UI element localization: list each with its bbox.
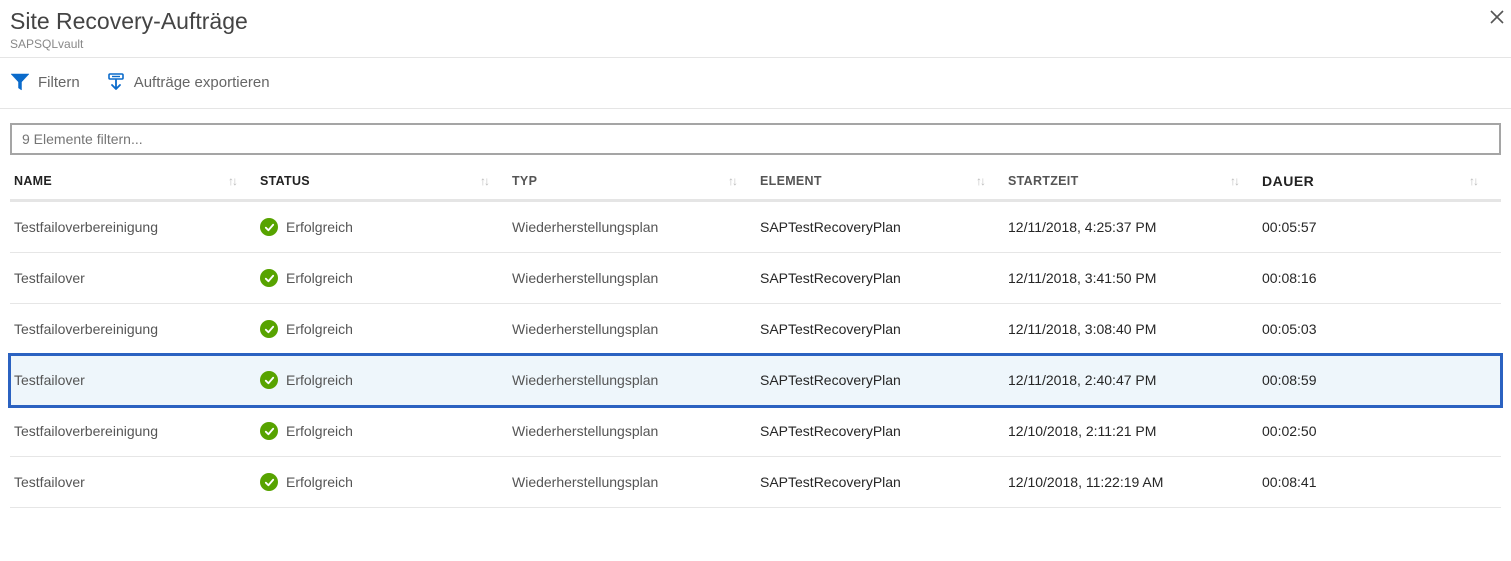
cell-dauer: 00:02:50 bbox=[1262, 423, 1501, 439]
table-row[interactable]: Testfailoverbereinigung Erfolgreich Wied… bbox=[10, 202, 1501, 253]
cell-status: Erfolgreich bbox=[260, 473, 512, 491]
page-subtitle: SAPSQLvault bbox=[10, 37, 1501, 51]
table-row[interactable]: Testfailover Erfolgreich Wiederherstellu… bbox=[10, 457, 1501, 508]
page-header: Site Recovery-Aufträge SAPSQLvault bbox=[0, 0, 1511, 58]
column-header-status[interactable]: STATUS ↑↓ bbox=[260, 173, 512, 189]
success-icon bbox=[260, 320, 278, 338]
cell-typ: Wiederherstellungsplan bbox=[512, 372, 760, 388]
cell-name: Testfailoverbereinigung bbox=[10, 321, 260, 337]
cell-start: 12/11/2018, 4:25:37 PM bbox=[1008, 219, 1262, 235]
sort-icon: ↑↓ bbox=[1230, 175, 1238, 187]
column-header-start[interactable]: STARTZEIT ↑↓ bbox=[1008, 173, 1262, 189]
cell-element: SAPTestRecoveryPlan bbox=[760, 372, 1008, 388]
success-icon bbox=[260, 371, 278, 389]
cell-dauer: 00:08:16 bbox=[1262, 270, 1501, 286]
cell-typ: Wiederherstellungsplan bbox=[512, 423, 760, 439]
cell-dauer: 00:08:41 bbox=[1262, 474, 1501, 490]
export-icon bbox=[106, 72, 126, 92]
status-text: Erfolgreich bbox=[286, 372, 353, 388]
cell-name: Testfailoverbereinigung bbox=[10, 219, 260, 235]
cell-status: Erfolgreich bbox=[260, 371, 512, 389]
toolbar: Filtern Aufträge exportieren bbox=[0, 58, 1511, 109]
table-row[interactable]: Testfailover Erfolgreich Wiederherstellu… bbox=[10, 355, 1501, 406]
export-label: Aufträge exportieren bbox=[134, 74, 270, 91]
sort-icon: ↑↓ bbox=[480, 175, 488, 187]
cell-start: 12/10/2018, 2:11:21 PM bbox=[1008, 423, 1262, 439]
column-header-name[interactable]: NAME ↑↓ bbox=[10, 173, 260, 189]
column-label-start: STARTZEIT bbox=[1008, 174, 1079, 188]
filter-label: Filtern bbox=[38, 74, 80, 91]
cell-start: 12/10/2018, 11:22:19 AM bbox=[1008, 474, 1262, 490]
sort-icon: ↑↓ bbox=[1469, 175, 1477, 187]
cell-element: SAPTestRecoveryPlan bbox=[760, 321, 1008, 337]
filter-button[interactable]: Filtern bbox=[10, 73, 80, 91]
column-header-dauer[interactable]: DAUER ↑↓ bbox=[1262, 173, 1501, 189]
column-label-typ: TYP bbox=[512, 174, 537, 188]
table-row[interactable]: Testfailoverbereinigung Erfolgreich Wied… bbox=[10, 304, 1501, 355]
table-body: Testfailoverbereinigung Erfolgreich Wied… bbox=[10, 202, 1501, 508]
cell-status: Erfolgreich bbox=[260, 320, 512, 338]
sort-icon: ↑↓ bbox=[728, 175, 736, 187]
sort-icon: ↑↓ bbox=[976, 175, 984, 187]
jobs-table: NAME ↑↓ STATUS ↑↓ TYP ↑↓ ELEMENT ↑↓ STAR… bbox=[0, 159, 1511, 508]
cell-name: Testfailoverbereinigung bbox=[10, 423, 260, 439]
column-label-element: ELEMENT bbox=[760, 174, 822, 188]
sort-icon: ↑↓ bbox=[228, 175, 236, 187]
close-icon[interactable] bbox=[1489, 8, 1505, 31]
status-text: Erfolgreich bbox=[286, 423, 353, 439]
cell-typ: Wiederherstellungsplan bbox=[512, 219, 760, 235]
status-text: Erfolgreich bbox=[286, 270, 353, 286]
table-row[interactable]: Testfailoverbereinigung Erfolgreich Wied… bbox=[10, 406, 1501, 457]
cell-start: 12/11/2018, 3:08:40 PM bbox=[1008, 321, 1262, 337]
status-text: Erfolgreich bbox=[286, 321, 353, 337]
cell-status: Erfolgreich bbox=[260, 269, 512, 287]
cell-element: SAPTestRecoveryPlan bbox=[760, 219, 1008, 235]
cell-start: 12/11/2018, 3:41:50 PM bbox=[1008, 270, 1262, 286]
cell-dauer: 00:05:57 bbox=[1262, 219, 1501, 235]
cell-name: Testfailover bbox=[10, 474, 260, 490]
cell-typ: Wiederherstellungsplan bbox=[512, 270, 760, 286]
column-header-typ[interactable]: TYP ↑↓ bbox=[512, 173, 760, 189]
cell-element: SAPTestRecoveryPlan bbox=[760, 474, 1008, 490]
status-text: Erfolgreich bbox=[286, 474, 353, 490]
cell-name: Testfailover bbox=[10, 372, 260, 388]
status-text: Erfolgreich bbox=[286, 219, 353, 235]
cell-typ: Wiederherstellungsplan bbox=[512, 321, 760, 337]
column-label-status: STATUS bbox=[260, 174, 310, 188]
table-row[interactable]: Testfailover Erfolgreich Wiederherstellu… bbox=[10, 253, 1501, 304]
success-icon bbox=[260, 269, 278, 287]
column-label-name: NAME bbox=[14, 174, 52, 188]
success-icon bbox=[260, 473, 278, 491]
cell-dauer: 00:08:59 bbox=[1262, 372, 1501, 388]
cell-status: Erfolgreich bbox=[260, 422, 512, 440]
cell-status: Erfolgreich bbox=[260, 218, 512, 236]
cell-dauer: 00:05:03 bbox=[1262, 321, 1501, 337]
filter-input[interactable] bbox=[10, 123, 1501, 155]
filter-icon bbox=[10, 73, 30, 91]
success-icon bbox=[260, 218, 278, 236]
cell-element: SAPTestRecoveryPlan bbox=[760, 423, 1008, 439]
column-label-dauer: DAUER bbox=[1262, 173, 1314, 189]
export-jobs-button[interactable]: Aufträge exportieren bbox=[106, 72, 270, 92]
page-title: Site Recovery-Aufträge bbox=[10, 8, 1501, 35]
cell-element: SAPTestRecoveryPlan bbox=[760, 270, 1008, 286]
cell-start: 12/11/2018, 2:40:47 PM bbox=[1008, 372, 1262, 388]
cell-name: Testfailover bbox=[10, 270, 260, 286]
column-header-element[interactable]: ELEMENT ↑↓ bbox=[760, 173, 1008, 189]
table-header-row: NAME ↑↓ STATUS ↑↓ TYP ↑↓ ELEMENT ↑↓ STAR… bbox=[10, 159, 1501, 202]
cell-typ: Wiederherstellungsplan bbox=[512, 474, 760, 490]
success-icon bbox=[260, 422, 278, 440]
filter-bar bbox=[0, 109, 1511, 159]
